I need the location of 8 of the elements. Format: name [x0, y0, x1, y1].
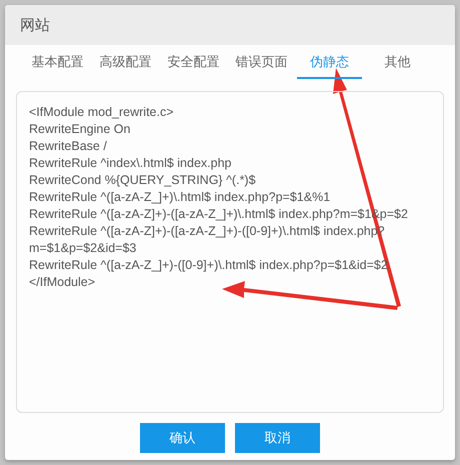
dialog-title: 网站 [5, 5, 455, 45]
dialog-button[interactable]: 取消 [235, 423, 320, 453]
tab[interactable]: 安全配置 [161, 46, 226, 79]
tab[interactable]: 错误页面 [229, 46, 294, 79]
dialog-button[interactable]: 确认 [140, 423, 225, 453]
tab[interactable]: 高级配置 [93, 46, 158, 79]
tab[interactable]: 其他 [365, 46, 430, 79]
tab[interactable]: 基本配置 [25, 46, 90, 79]
